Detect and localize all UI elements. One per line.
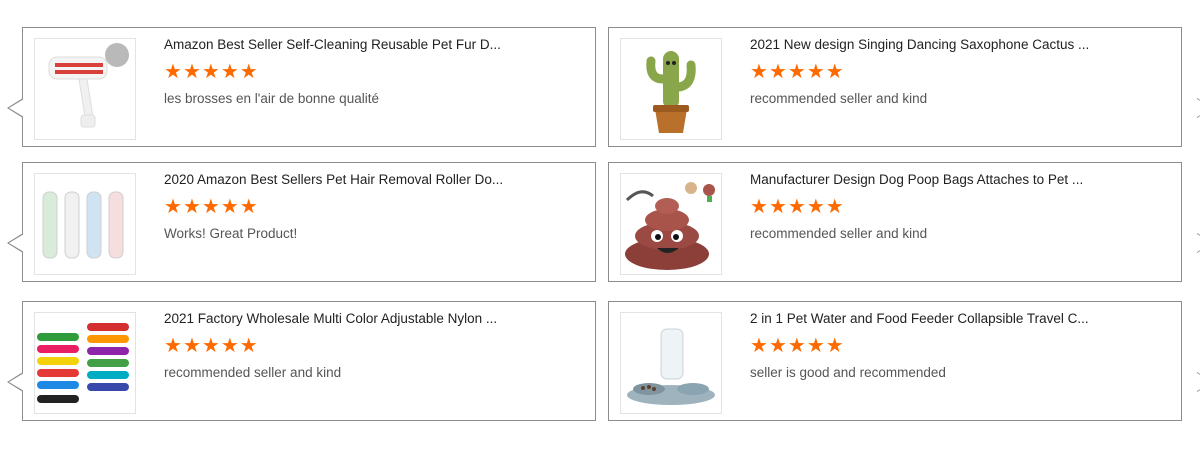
star-icon: ★ bbox=[164, 196, 183, 218]
star-icon: ★ bbox=[239, 335, 259, 357]
star-icon: ★ bbox=[164, 61, 183, 83]
pet-collars-icon bbox=[37, 323, 129, 403]
product-image[interactable] bbox=[620, 312, 722, 414]
rating-stars: ★★★★★ bbox=[164, 62, 259, 82]
pet-feeder-icon bbox=[627, 328, 715, 405]
review-card[interactable]: 2 in 1 Pet Water and Food Feeder Collaps… bbox=[608, 301, 1200, 421]
review-card[interactable]: Manufacturer Design Dog Poop Bags Attach… bbox=[608, 162, 1200, 282]
rating-stars: ★★★★★ bbox=[750, 62, 845, 82]
star-icon: ★ bbox=[239, 61, 259, 83]
star-icon: ★ bbox=[787, 335, 807, 357]
review-text: les brosses en l'air de bonne qualité bbox=[164, 91, 379, 106]
review-text: recommended seller and kind bbox=[164, 365, 342, 380]
star-icon: ★ bbox=[825, 196, 845, 218]
product-title[interactable]: Amazon Best Seller Self-Cleaning Reusabl… bbox=[164, 37, 584, 52]
lint-roller-icon bbox=[48, 43, 129, 128]
star-icon: ★ bbox=[220, 196, 240, 218]
star-icon: ★ bbox=[768, 196, 788, 218]
rating-stars: ★★★★★ bbox=[750, 336, 845, 356]
star-icon: ★ bbox=[768, 335, 788, 357]
review-card[interactable]: 2021 Factory Wholesale Multi Color Adjus… bbox=[7, 301, 596, 421]
star-icon: ★ bbox=[201, 61, 221, 83]
star-icon: ★ bbox=[750, 61, 769, 83]
review-card[interactable]: Amazon Best Seller Self-Cleaning Reusabl… bbox=[7, 27, 596, 147]
star-icon: ★ bbox=[182, 196, 202, 218]
star-icon: ★ bbox=[182, 61, 202, 83]
star-icon: ★ bbox=[164, 335, 183, 357]
hair-roller-set-icon bbox=[42, 191, 124, 259]
star-icon: ★ bbox=[806, 61, 826, 83]
star-icon: ★ bbox=[787, 61, 807, 83]
rating-stars: ★★★★★ bbox=[164, 197, 259, 217]
star-icon: ★ bbox=[182, 335, 202, 357]
product-image[interactable] bbox=[34, 38, 136, 140]
review-text: recommended seller and kind bbox=[750, 91, 928, 106]
star-icon: ★ bbox=[201, 196, 221, 218]
review-text: seller is good and recommended bbox=[750, 365, 946, 380]
star-icon: ★ bbox=[806, 196, 826, 218]
product-title[interactable]: 2020 Amazon Best Sellers Pet Hair Remova… bbox=[164, 172, 584, 187]
star-icon: ★ bbox=[825, 335, 845, 357]
star-icon: ★ bbox=[201, 335, 221, 357]
star-icon: ★ bbox=[768, 61, 788, 83]
product-image[interactable] bbox=[620, 173, 722, 275]
product-title[interactable]: 2 in 1 Pet Water and Food Feeder Collaps… bbox=[750, 311, 1170, 326]
review-card[interactable]: 2020 Amazon Best Sellers Pet Hair Remova… bbox=[7, 162, 596, 282]
rating-stars: ★★★★★ bbox=[164, 336, 259, 356]
star-icon: ★ bbox=[806, 335, 826, 357]
dancing-cactus-icon bbox=[646, 51, 696, 133]
product-title[interactable]: 2021 New design Singing Dancing Saxophon… bbox=[750, 37, 1170, 52]
star-icon: ★ bbox=[750, 196, 769, 218]
star-icon: ★ bbox=[220, 61, 240, 83]
review-card[interactable]: 2021 New design Singing Dancing Saxophon… bbox=[608, 27, 1200, 147]
star-icon: ★ bbox=[787, 196, 807, 218]
star-icon: ★ bbox=[239, 196, 259, 218]
product-image[interactable] bbox=[620, 38, 722, 140]
star-icon: ★ bbox=[825, 61, 845, 83]
star-icon: ★ bbox=[220, 335, 240, 357]
rating-stars: ★★★★★ bbox=[750, 197, 845, 217]
poop-bag-holder-icon bbox=[625, 182, 715, 270]
review-text: Works! Great Product! bbox=[164, 226, 298, 241]
product-image[interactable] bbox=[34, 173, 136, 275]
product-title[interactable]: Manufacturer Design Dog Poop Bags Attach… bbox=[750, 172, 1170, 187]
product-title[interactable]: 2021 Factory Wholesale Multi Color Adjus… bbox=[164, 311, 584, 326]
product-image[interactable] bbox=[34, 312, 136, 414]
review-text: recommended seller and kind bbox=[750, 226, 928, 241]
star-icon: ★ bbox=[750, 335, 769, 357]
